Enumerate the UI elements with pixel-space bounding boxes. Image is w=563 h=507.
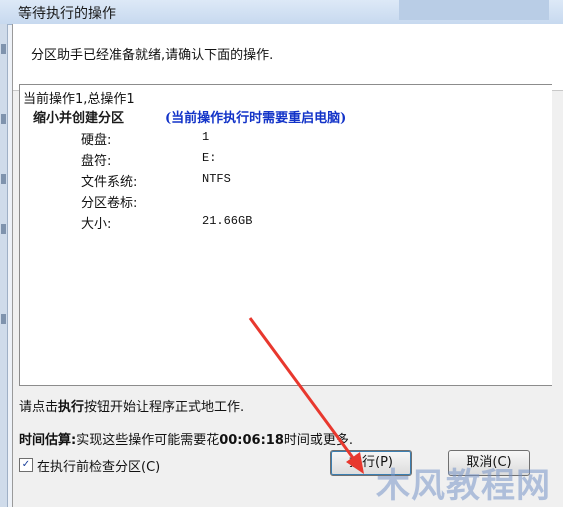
ready-message: 分区助手已经准备就绪,请确认下面的操作. — [31, 48, 274, 63]
operation-counter: 当前操作1,总操作1 — [23, 92, 135, 107]
file-system-value: NTFS — [202, 172, 231, 186]
estimate-label: 时间估算: — [19, 433, 77, 448]
hint-prefix: 请点击 — [19, 400, 59, 415]
title-bar: 等待执行的操作 — [0, 0, 563, 25]
estimate-prefix: 实现这些操作可能需要花 — [76, 433, 220, 448]
operation-details-box[interactable]: 当前操作1,总操作1 缩小并创建分区 (当前操作执行时需要重启电脑) 硬盘: 1… — [19, 84, 552, 386]
window-title: 等待执行的操作 — [18, 6, 116, 22]
file-system-label: 文件系统: — [81, 175, 138, 190]
edge-tick — [1, 174, 6, 184]
size-value: 21.66GB — [202, 214, 253, 228]
reboot-note: (当前操作执行时需要重启电脑) — [165, 111, 347, 126]
disk-label: 硬盘: — [81, 133, 112, 148]
check-partition-checkbox[interactable]: ✓ — [19, 458, 33, 472]
execute-hint: 请点击执行按钮开始让程序正式地工作. — [19, 396, 244, 415]
estimate-suffix: 时间或更多. — [283, 433, 354, 448]
check-partition-label[interactable]: 在执行前检查分区(C) — [37, 456, 160, 475]
background-window-edge — [0, 24, 8, 507]
hint-bold-word: 执行 — [58, 400, 85, 415]
edge-tick — [1, 224, 6, 234]
edge-tick — [1, 44, 6, 54]
operation-title: 缩小并创建分区 — [33, 111, 125, 126]
estimate-time: 00:06:18 — [219, 433, 284, 448]
size-label: 大小: — [81, 217, 112, 232]
disk-value: 1 — [202, 130, 210, 144]
drive-letter-value: E: — [202, 151, 217, 165]
watermark-logo: 木风教程网 — [376, 466, 551, 506]
hint-suffix: 按钮开始让程序正式地工作. — [84, 400, 245, 415]
drive-letter-label: 盘符: — [81, 154, 112, 169]
edge-tick — [1, 114, 6, 124]
edge-tick — [1, 314, 6, 324]
time-estimate: 时间估算:实现这些操作可能需要花00:06:18时间或更多. — [19, 429, 353, 448]
volume-label-label: 分区卷标: — [81, 196, 138, 211]
title-bar-glass — [399, 0, 549, 20]
dialog-header: 分区助手已经准备就绪,请确认下面的操作. — [13, 24, 563, 91]
